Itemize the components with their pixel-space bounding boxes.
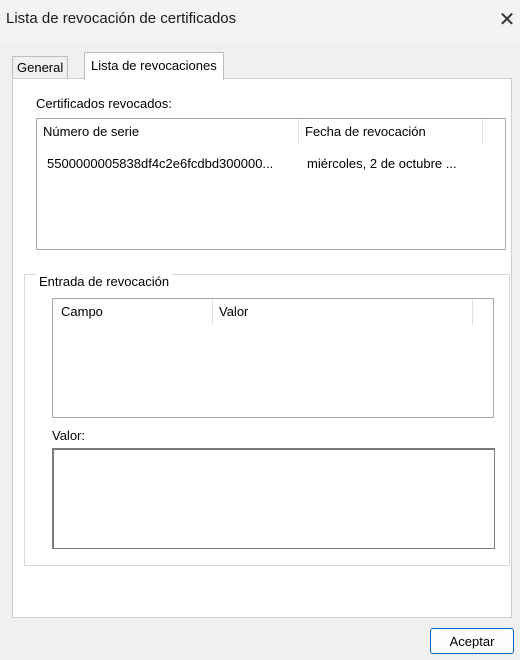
revocation-entry-legend: Entrada de revocación bbox=[36, 274, 173, 289]
revoked-certificates-list[interactable]: Número de serie Fecha de revocación 5500… bbox=[36, 118, 506, 250]
window-title: Lista de revocación de certificados bbox=[6, 10, 237, 27]
tab-general[interactable]: General bbox=[12, 56, 69, 79]
revocation-date-cell: miércoles, 2 de octubre ... bbox=[307, 156, 457, 171]
tab-revocation-list[interactable]: Lista de revocaciones bbox=[84, 52, 224, 80]
column-field[interactable]: Campo bbox=[53, 299, 213, 325]
revocation-entry-list[interactable]: Campo Valor bbox=[52, 298, 494, 418]
close-icon[interactable]: ✕ bbox=[494, 6, 520, 34]
column-value[interactable]: Valor bbox=[213, 299, 473, 325]
tab-strip: General Lista de revocaciones bbox=[12, 52, 512, 80]
list-header: Campo Valor bbox=[53, 299, 493, 325]
value-label: Valor: bbox=[52, 428, 85, 443]
column-serial-number[interactable]: Número de serie bbox=[37, 119, 299, 145]
revoked-certificates-label: Certificados revocados: bbox=[36, 96, 172, 111]
list-header: Número de serie Fecha de revocación bbox=[37, 119, 505, 145]
value-textbox[interactable] bbox=[52, 448, 495, 549]
serial-number-cell: 5500000005838df4c2e6fcdbd300000... bbox=[47, 156, 274, 171]
column-revocation-date[interactable]: Fecha de revocación bbox=[299, 119, 483, 145]
ok-button[interactable]: Aceptar bbox=[430, 628, 514, 654]
title-bar: Lista de revocación de certificados ✕ bbox=[0, 0, 520, 44]
